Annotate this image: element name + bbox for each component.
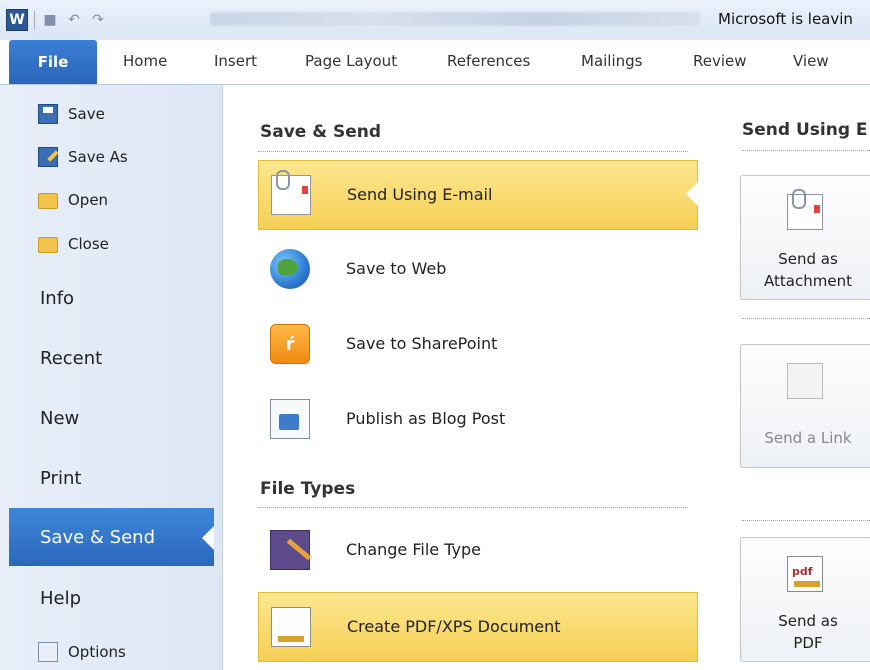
- tab-references[interactable]: References: [447, 52, 530, 70]
- send-as-attachment-button[interactable]: Send as Attachment: [740, 175, 870, 300]
- close-folder-icon: [38, 237, 58, 253]
- open-folder-icon: [38, 193, 58, 209]
- nav-open[interactable]: Open: [38, 191, 108, 209]
- selection-notch: [686, 182, 698, 206]
- save-send-heading: Save & Send: [260, 122, 382, 142]
- send-as-pdf-line1: Send as: [778, 612, 838, 630]
- nav-open-label: Open: [68, 191, 109, 209]
- link-document-icon: [787, 363, 823, 399]
- nav-save-label: Save: [68, 105, 105, 123]
- tab-review[interactable]: Review: [693, 52, 747, 70]
- tab-page-layout[interactable]: Page Layout: [305, 52, 397, 70]
- tab-view[interactable]: View: [793, 52, 829, 70]
- blog-icon: [270, 399, 310, 439]
- divider: [742, 318, 870, 319]
- send-a-link-label: Send a Link: [764, 429, 852, 447]
- selection-arrow: [202, 526, 214, 550]
- divider: [742, 150, 870, 151]
- send-using-email-label: Send Using E-mail: [347, 185, 493, 204]
- nav-save-as-label: Save As: [68, 148, 128, 166]
- save-icon[interactable]: ■: [41, 11, 59, 29]
- create-pdf-label: Create PDF/XPS Document: [347, 617, 561, 636]
- tab-mailings[interactable]: Mailings: [581, 52, 642, 70]
- change-file-type-icon: [270, 530, 310, 570]
- undo-icon[interactable]: ↶: [65, 11, 83, 29]
- ribbon-tabs: Home Insert Page Layout References Maili…: [0, 40, 870, 85]
- word-logo-icon[interactable]: W: [6, 9, 28, 31]
- file-types-heading: File Types: [260, 479, 356, 499]
- pdf-icon: pdf: [787, 556, 823, 592]
- options-icon: [38, 642, 58, 662]
- save-as-icon: [38, 147, 58, 167]
- save-to-web-item[interactable]: Save to Web: [258, 235, 698, 305]
- title-bar: W ■ ↶ ↷ Microsoft is leavin: [0, 0, 870, 40]
- nav-recent[interactable]: Recent: [40, 348, 102, 369]
- divider: [742, 520, 870, 521]
- send-a-link-button[interactable]: Send a Link: [740, 344, 870, 468]
- send-as-attachment-line2: Attachment: [764, 272, 852, 290]
- nav-save-send-label: Save & Send: [40, 527, 155, 548]
- nav-info[interactable]: Info: [40, 288, 74, 309]
- publish-blog-label: Publish as Blog Post: [346, 409, 506, 428]
- globe-icon: [270, 249, 310, 289]
- divider: [258, 507, 688, 508]
- save-to-sharepoint-item[interactable]: ŕ Save to SharePoint: [258, 310, 698, 380]
- divider: [258, 151, 688, 152]
- pdf-icon-text: pdf: [792, 565, 813, 578]
- qat-separator: [34, 11, 35, 29]
- send-using-email-heading: Send Using E: [742, 120, 868, 140]
- create-pdf-item[interactable]: Create PDF/XPS Document: [258, 592, 698, 662]
- send-as-attachment-line1: Send as: [778, 250, 838, 268]
- tab-insert[interactable]: Insert: [214, 52, 257, 70]
- nav-help[interactable]: Help: [40, 588, 81, 609]
- pdf-document-icon: [271, 607, 311, 647]
- backstage-nav: [0, 85, 223, 670]
- save-to-sharepoint-label: Save to SharePoint: [346, 334, 498, 353]
- nav-print[interactable]: Print: [40, 468, 81, 489]
- tab-file[interactable]: File: [9, 40, 97, 84]
- send-as-pdf-button[interactable]: pdf Send as PDF: [740, 537, 870, 662]
- tab-home[interactable]: Home: [123, 52, 167, 70]
- publish-blog-item[interactable]: Publish as Blog Post: [258, 385, 698, 455]
- nav-close-label: Close: [68, 235, 109, 253]
- attachment-icon: [787, 189, 823, 230]
- blurred-document-title: [210, 12, 700, 26]
- quick-access-toolbar: W ■ ↶ ↷: [6, 9, 107, 31]
- save-icon: [38, 104, 58, 124]
- send-as-pdf-line2: PDF: [793, 634, 823, 652]
- sharepoint-icon: ŕ: [270, 324, 310, 364]
- nav-close[interactable]: Close: [38, 235, 109, 253]
- change-file-type-label: Change File Type: [346, 540, 481, 559]
- email-icon: [271, 170, 311, 215]
- nav-options-label: Options: [68, 643, 126, 661]
- redo-icon[interactable]: ↷: [89, 11, 107, 29]
- nav-options[interactable]: Options: [38, 642, 126, 662]
- send-using-email-item[interactable]: Send Using E-mail: [258, 160, 698, 230]
- change-file-type-item[interactable]: Change File Type: [258, 516, 698, 586]
- nav-save[interactable]: Save: [38, 104, 105, 124]
- window-title: Microsoft is leavin: [718, 10, 853, 28]
- save-to-web-label: Save to Web: [346, 259, 447, 278]
- nav-new[interactable]: New: [40, 408, 79, 429]
- nav-save-as[interactable]: Save As: [38, 147, 128, 167]
